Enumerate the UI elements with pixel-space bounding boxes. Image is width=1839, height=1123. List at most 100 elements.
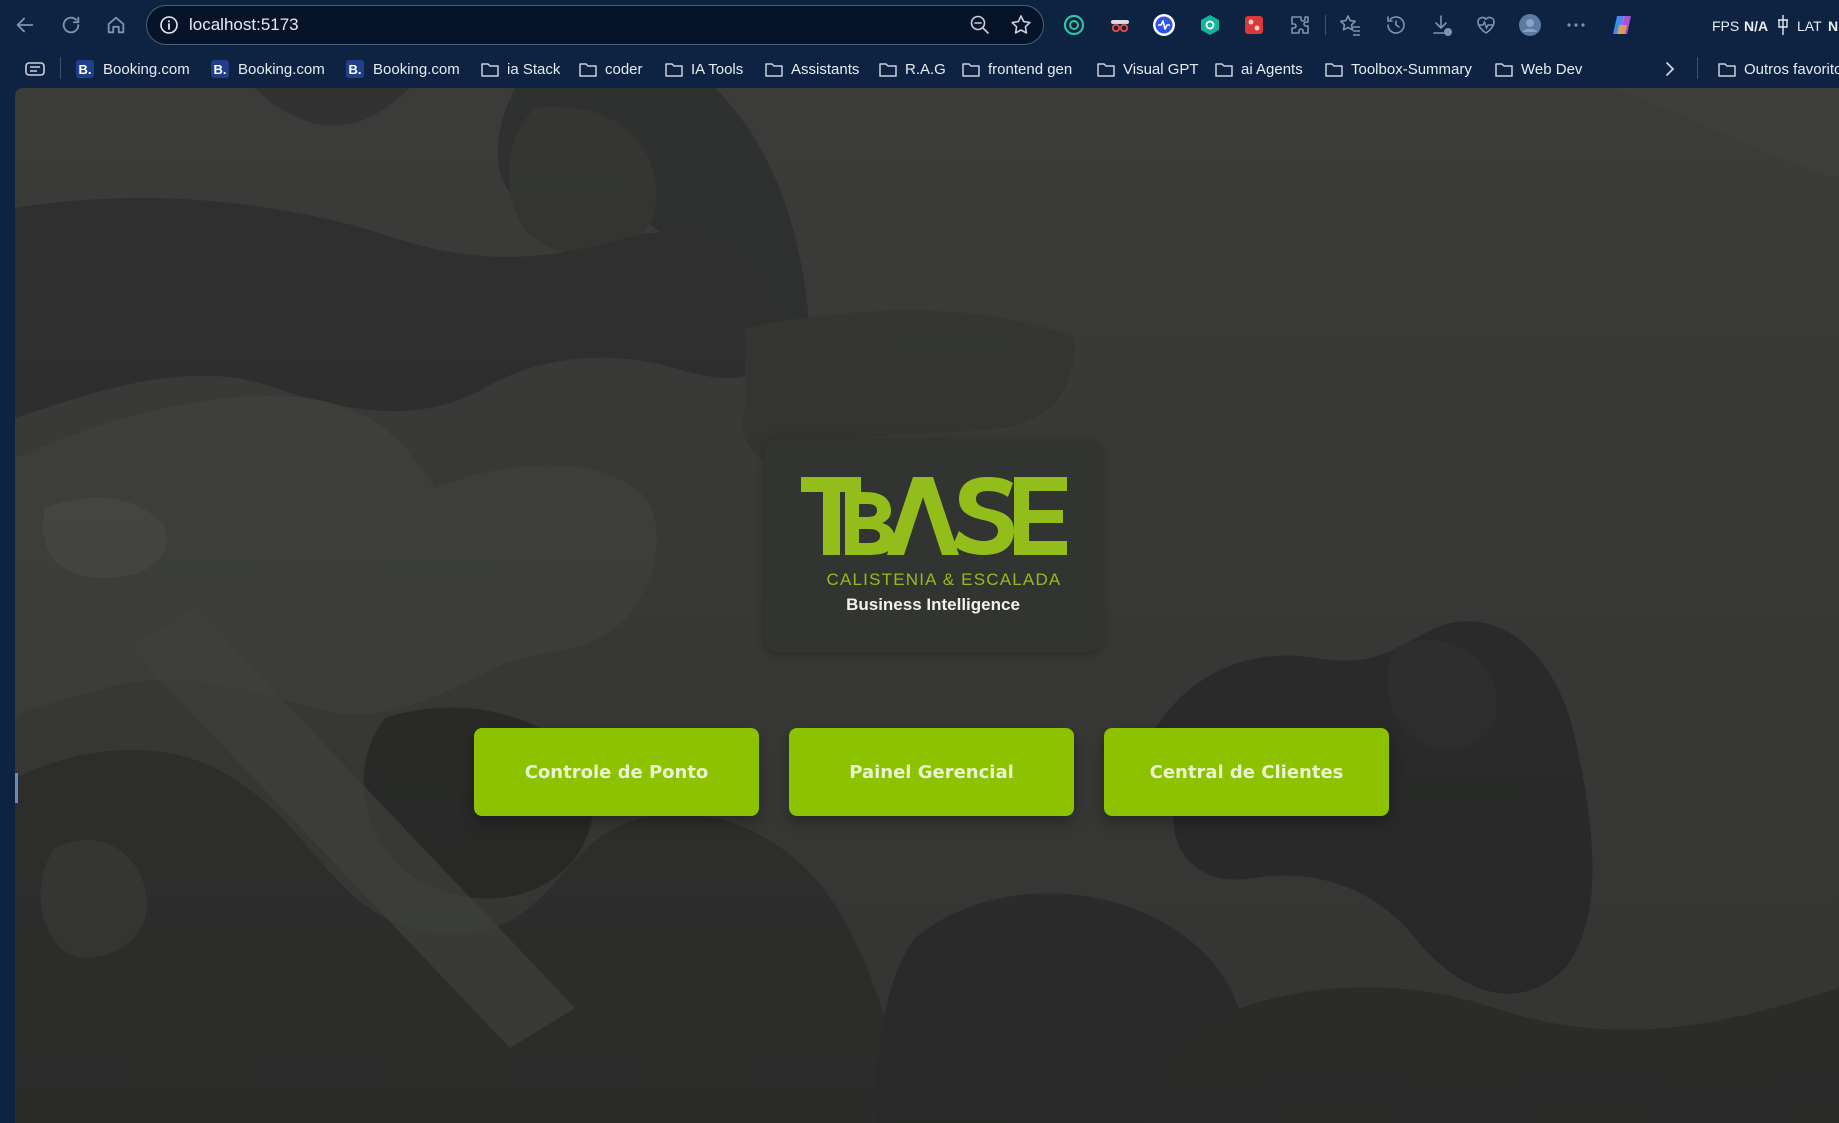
back-button[interactable]: [10, 10, 40, 40]
folder-icon: [1718, 63, 1736, 77]
logo-card: CALISTENIA & ESCALADA Business Intellige…: [765, 439, 1101, 652]
extension-red[interactable]: [1240, 11, 1268, 39]
toolbar-separator: [1325, 15, 1326, 35]
tab-actions-button[interactable]: [24, 58, 46, 80]
base-logo: [801, 477, 1067, 555]
url-text[interactable]: localhost:5173: [189, 15, 299, 35]
heart-pulse-icon: [1477, 16, 1495, 34]
folder-icon: [1097, 63, 1115, 77]
logo-subtitle: CALISTENIA & ESCALADA: [826, 570, 1062, 589]
glasses-icon: [1111, 20, 1129, 33]
history-button[interactable]: [1382, 11, 1410, 39]
zoom-out-icon[interactable]: [969, 14, 991, 36]
download-icon: [1433, 15, 1452, 36]
downloads-button[interactable]: [1428, 11, 1456, 39]
bookmark-label: coder: [605, 60, 643, 78]
bookmark-folder-coder[interactable]: coder: [578, 58, 643, 80]
fps-value: N/A: [1744, 18, 1769, 34]
logo-tagline: Business Intelligence: [846, 595, 1020, 614]
bookmark-folder-frontend-gen[interactable]: frontend gen: [961, 58, 1072, 80]
copilot-button[interactable]: [1608, 11, 1636, 39]
extension-glasses[interactable]: [1106, 11, 1134, 39]
star-icon[interactable]: [1009, 13, 1033, 37]
bookmarks-separator: [60, 57, 61, 79]
bookmark-label: Web Dev: [1521, 60, 1583, 78]
extension-openai[interactable]: [1060, 11, 1088, 39]
bookmark-label: ai Agents: [1241, 60, 1303, 78]
reload-icon: [62, 16, 80, 34]
bookmark-booking-3[interactable]: B. Booking.com: [346, 58, 460, 80]
bookmark-label: Visual GPT: [1123, 60, 1199, 78]
folder-icon: [1495, 63, 1513, 77]
bookmark-label: Booking.com: [373, 60, 460, 78]
bookmark-folder-ai-agents[interactable]: ai Agents: [1214, 58, 1303, 80]
booking-icon: B.: [346, 60, 364, 78]
bookmarks-bar: B. Booking.com B. Booking.com B. Booking…: [0, 50, 1839, 88]
bookmark-folder-assistants[interactable]: Assistants: [764, 58, 859, 80]
folder-icon: [665, 63, 683, 77]
address-bar[interactable]: localhost:5173: [146, 5, 1044, 45]
lat-value: N: [1828, 18, 1839, 34]
central-de-clientes-button[interactable]: Central de Clientes: [1104, 728, 1389, 816]
bookmark-folder-rag[interactable]: R.A.G: [878, 58, 946, 80]
bookmark-label: Booking.com: [103, 60, 190, 78]
booking-icon: B.: [211, 60, 229, 78]
folder-icon: [579, 63, 597, 77]
arrow-left-icon: [16, 17, 34, 33]
folder-icon: [1215, 63, 1233, 77]
profile-button[interactable]: [1516, 11, 1544, 39]
bookmark-booking-1[interactable]: B. Booking.com: [76, 58, 190, 80]
lat-label: LAT: [1797, 18, 1822, 34]
chevron-right-icon: [1666, 62, 1675, 76]
bookmark-booking-2[interactable]: B. Booking.com: [211, 58, 325, 80]
bookmark-label: R.A.G: [905, 60, 946, 78]
folder-icon: [765, 63, 783, 77]
painel-gerencial-button[interactable]: Painel Gerencial: [789, 728, 1074, 816]
latency-icon: [1778, 15, 1788, 35]
reload-button[interactable]: [56, 10, 86, 40]
puzzle-icon: [1291, 16, 1309, 34]
bookmark-folder-toolbox-summary[interactable]: Toolbox-Summary: [1324, 58, 1472, 80]
folder-icon: [879, 63, 897, 77]
booking-icon: B.: [76, 60, 94, 78]
sidebar-handle[interactable]: [15, 773, 18, 803]
fps-label: FPS: [1712, 18, 1740, 34]
avatar-icon: [1519, 14, 1541, 36]
more-menu-button[interactable]: [1562, 11, 1590, 39]
extensions-button[interactable]: [1286, 11, 1314, 39]
home-button[interactable]: [101, 10, 131, 40]
bookmark-label: Booking.com: [238, 60, 325, 78]
extension-activity[interactable]: [1150, 11, 1178, 39]
bookmark-other-favorites[interactable]: Outros favoritos: [1717, 58, 1839, 80]
bookmark-folder-visual-gpt[interactable]: Visual GPT: [1096, 58, 1199, 80]
bookmark-folder-ia-stack[interactable]: ia Stack: [480, 58, 560, 80]
history-icon: [1387, 16, 1405, 34]
bookmark-label: IA Tools: [691, 60, 744, 78]
folder-icon: [962, 63, 980, 77]
camera-icon: [1201, 15, 1219, 35]
folder-icon: [481, 63, 499, 77]
bookmarks-separator: [1697, 57, 1698, 79]
bookmark-label: Outros favoritos: [1744, 60, 1839, 78]
activity-icon: [1153, 14, 1175, 36]
openai-icon: [1063, 14, 1085, 36]
tab-actions-icon: [25, 62, 45, 76]
page-viewport: CALISTENIA & ESCALADA Business Intellige…: [15, 88, 1839, 1123]
puzzle-red-icon: [1245, 16, 1263, 34]
bookmark-folder-ia-tools[interactable]: IA Tools: [664, 58, 743, 80]
copilot-icon: [1613, 16, 1631, 34]
favorites-button[interactable]: [1336, 11, 1364, 39]
bookmark-label: frontend gen: [988, 60, 1073, 78]
folder-icon: [1325, 63, 1343, 77]
home-icon: [107, 16, 125, 34]
bookmark-folder-web-dev[interactable]: Web Dev: [1494, 58, 1582, 80]
bookmark-label: Toolbox-Summary: [1351, 60, 1472, 78]
browser-toolbar: localhost:5173 FPS N/A LAT N: [0, 0, 1839, 50]
controle-de-ponto-button[interactable]: Controle de Ponto: [474, 728, 759, 816]
health-button[interactable]: [1472, 11, 1500, 39]
bookmark-label: Assistants: [791, 60, 860, 78]
info-icon[interactable]: [159, 15, 179, 35]
more-horizontal-icon: [1567, 23, 1585, 27]
extension-camera[interactable]: [1196, 11, 1224, 39]
bookmarks-overflow-button[interactable]: [1662, 58, 1678, 80]
